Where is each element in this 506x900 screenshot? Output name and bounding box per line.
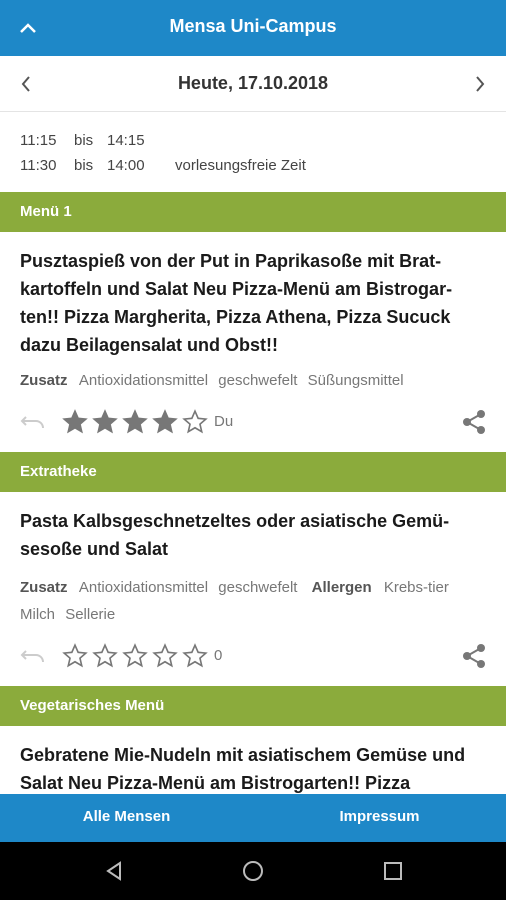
app-title: Mensa Uni-Campus bbox=[169, 16, 337, 36]
system-navigation-bar bbox=[0, 842, 506, 900]
hours-from: 11:30 bbox=[20, 157, 57, 174]
hours-bis: bis bbox=[74, 157, 94, 174]
allergen-item: Krebs-tier bbox=[383, 579, 449, 596]
star-icon[interactable] bbox=[120, 641, 150, 671]
section-header-extratheke: Extratheke bbox=[0, 452, 506, 492]
undo-icon[interactable] bbox=[20, 644, 46, 671]
additives: Zusatz Antioxidationsmittel geschwefelt … bbox=[20, 367, 490, 394]
hours-to: 14:00 bbox=[107, 157, 145, 174]
all-mensen-button[interactable]: Alle Mensen bbox=[0, 808, 253, 825]
hours-to: 14:15 bbox=[107, 132, 145, 149]
app-bar: Mensa Uni-Campus bbox=[0, 0, 506, 56]
rating-row: Du bbox=[20, 407, 490, 437]
hours-bis: bis bbox=[74, 132, 94, 149]
hours-note: vorlesungsfreie Zeit bbox=[175, 157, 306, 174]
meal-description: Pusztaspieß von der Put in Paprikasoße m… bbox=[20, 251, 453, 355]
hours-from: 11:15 bbox=[20, 132, 57, 149]
star-rating[interactable] bbox=[60, 641, 210, 671]
meal-description: Gebratene Mie-Nudeln mit asiatischem Gem… bbox=[20, 745, 466, 793]
back-icon[interactable] bbox=[102, 859, 126, 883]
zusatz-item: geschwefelt bbox=[218, 579, 298, 596]
star-icon[interactable] bbox=[90, 407, 120, 437]
share-icon[interactable] bbox=[462, 643, 486, 674]
rating-row: 0 bbox=[20, 641, 490, 671]
star-icon[interactable] bbox=[180, 407, 210, 437]
zusatz-item: Antioxidationsmittel bbox=[78, 579, 209, 596]
impressum-button[interactable]: Impressum bbox=[253, 808, 506, 825]
star-rating[interactable] bbox=[60, 407, 210, 437]
section-header-menu-1: Menü 1 bbox=[0, 192, 506, 232]
star-icon[interactable] bbox=[180, 641, 210, 671]
star-icon[interactable] bbox=[150, 641, 180, 671]
star-icon[interactable] bbox=[120, 407, 150, 437]
allergen-label: Allergen bbox=[311, 579, 372, 596]
zusatz-item: Süßungsmittel bbox=[307, 372, 404, 389]
allergen-item: Milch bbox=[20, 606, 56, 623]
zusatz-label: Zusatz bbox=[20, 579, 68, 596]
date-label: Heute, 17.10.2018 bbox=[177, 73, 329, 93]
hours-row: 11:30 bis 14:00 vorlesungsfreie Zeit bbox=[20, 153, 306, 178]
bottom-navigation: Alle Mensen Impressum bbox=[0, 794, 506, 842]
home-icon[interactable] bbox=[241, 859, 265, 883]
star-icon[interactable] bbox=[60, 641, 90, 671]
rating-score: 0 bbox=[214, 647, 223, 664]
allergen-item: Sellerie bbox=[65, 606, 116, 623]
undo-icon[interactable] bbox=[20, 410, 46, 437]
share-icon[interactable] bbox=[462, 409, 486, 440]
date-navigation: Heute, 17.10.2018 bbox=[0, 56, 506, 112]
opening-hours: 11:15 bis 14:15 11:30 bis 14:00 vorlesungsfre… bbox=[20, 128, 306, 178]
zusatz-label: Zusatz bbox=[20, 372, 68, 389]
hours-row: 11:15 bis 14:15 bbox=[20, 128, 306, 153]
recents-icon[interactable] bbox=[381, 859, 405, 883]
zusatz-item: geschwefelt bbox=[218, 372, 298, 389]
star-icon[interactable] bbox=[60, 407, 90, 437]
star-icon[interactable] bbox=[90, 641, 120, 671]
section-header-vegetarisch: Vegetarisches Menü bbox=[0, 686, 506, 726]
zusatz-item: Antioxidationsmittel bbox=[78, 372, 209, 389]
chevron-right-icon[interactable] bbox=[466, 70, 494, 98]
star-icon[interactable] bbox=[150, 407, 180, 437]
rating-score: Du bbox=[214, 413, 234, 430]
additives: Zusatz Antioxidationsmittel geschwefelt … bbox=[20, 574, 490, 628]
meal-description: Pasta Kalbsgeschnetzeltes oder asiatisch… bbox=[20, 511, 450, 559]
